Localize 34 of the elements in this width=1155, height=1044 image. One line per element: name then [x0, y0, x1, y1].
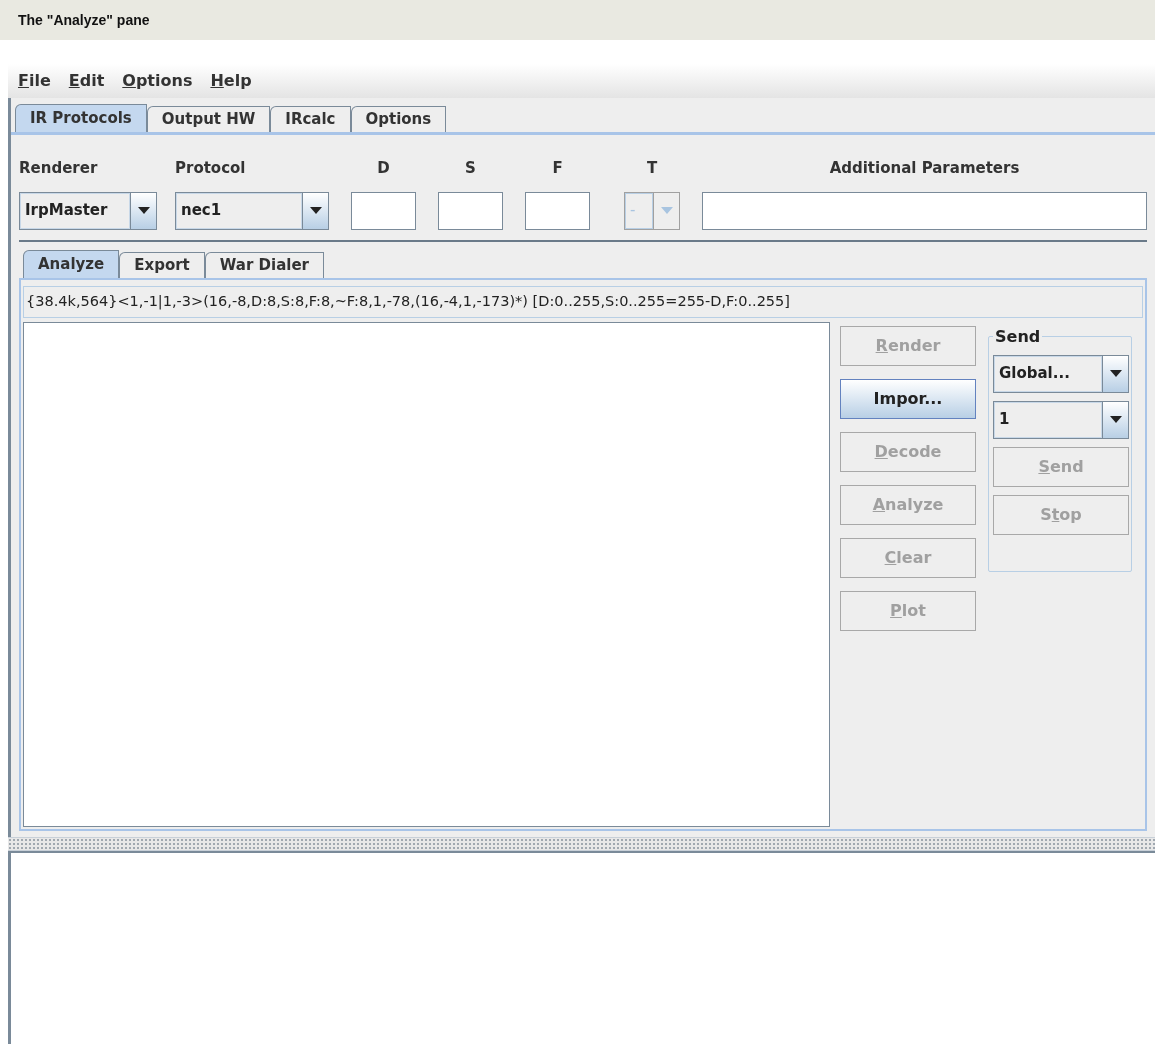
dropdown-caret-icon: [1109, 416, 1122, 423]
menu-item[interactable]: Options: [122, 69, 193, 93]
parameter-label: T: [646, 158, 658, 179]
parameter-label: S: [465, 158, 476, 179]
dropdown-caret-icon: [660, 207, 673, 214]
parameter-field[interactable]: [351, 191, 416, 230]
parameter-field[interactable]: [438, 191, 503, 230]
dropdown-caret-icon: [137, 207, 150, 214]
parameter-field[interactable]: [525, 191, 590, 230]
parameter-label: F: [552, 158, 563, 179]
menu-item[interactable]: Edit: [68, 69, 105, 93]
parameter-label: Additional Parameters: [829, 158, 1020, 179]
main-tab[interactable]: IR Protocols: [15, 104, 147, 132]
additional-parameters-field[interactable]: [702, 191, 1147, 230]
dropdown-caret-icon: [1109, 370, 1122, 377]
renderer-dropdown[interactable]: IrpMaster: [19, 191, 157, 230]
analyze-tab[interactable]: Analyze: [23, 249, 120, 278]
menu-item[interactable]: File: [18, 69, 51, 93]
main-tab[interactable]: Options: [350, 106, 447, 132]
menu-item[interactable]: Help: [210, 69, 252, 93]
count-dropdown[interactable]: 1: [993, 400, 1129, 439]
protocol-label: Protocol: [175, 158, 247, 179]
action-button[interactable]: Impor...: [840, 378, 976, 419]
protocol-dropdown[interactable]: nec1: [175, 191, 329, 230]
main-tab[interactable]: IRcalc: [270, 106, 351, 132]
port-dropdown[interactable]: Global...: [993, 354, 1129, 393]
renderer-label: Renderer: [19, 158, 99, 179]
irp-text: {38.4k,564}<1,-1|1,-3>(16,-8,D:8,S:8,F:8,~F:8,1,-78,(16,-4,1,-173)*) [D:0..255,S:0..255=255-D,F:0..255]: [23, 285, 1143, 318]
parameter-label: D: [377, 158, 390, 179]
main-tab[interactable]: Output HW: [146, 106, 271, 132]
caption-bar: The "Analyze" pane: [0, 0, 1155, 40]
analyze-tab[interactable]: Export: [119, 251, 205, 278]
analyze-tab[interactable]: War Dialer: [204, 251, 324, 278]
dropdown-caret-icon: [309, 207, 322, 214]
